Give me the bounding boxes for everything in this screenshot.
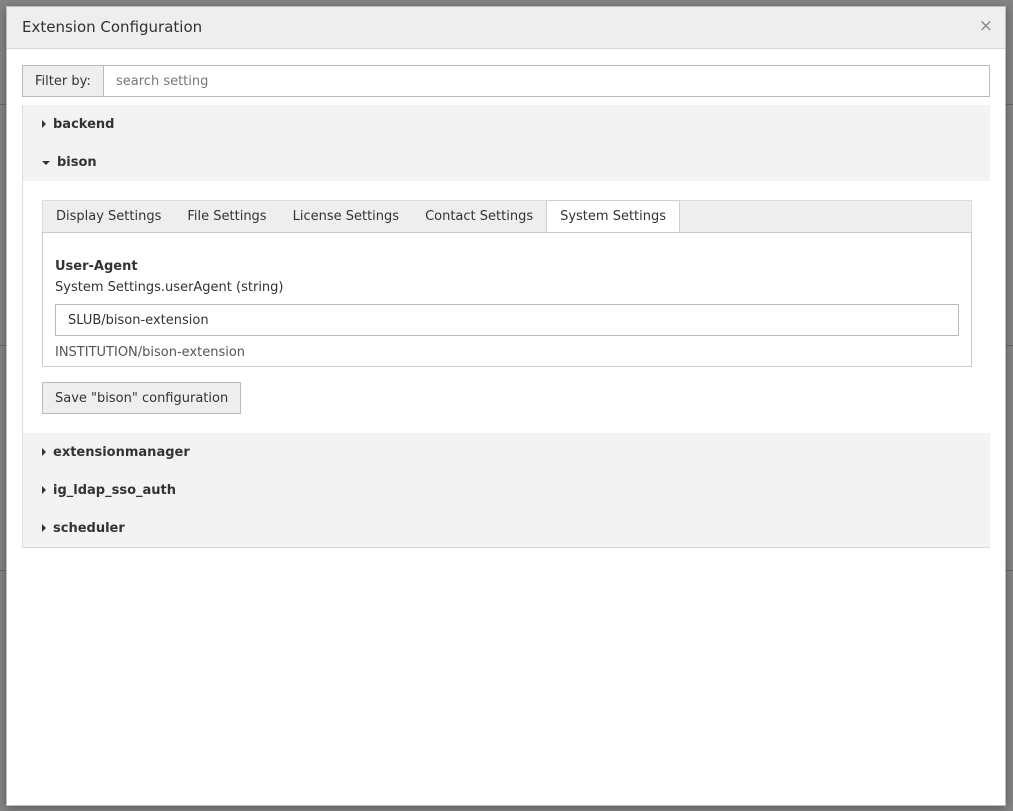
extension-configuration-modal: Extension Configuration × Filter by: bac… (6, 6, 1006, 806)
panel-heading-extensionmanager[interactable]: extensionmanager (23, 433, 990, 471)
panel-heading-backend[interactable]: backend (23, 105, 990, 143)
modal-title: Extension Configuration (22, 18, 203, 36)
panel-heading-bison[interactable]: bison (23, 143, 990, 181)
panel-body-bison: Display Settings File Settings License S… (23, 181, 990, 433)
panel-title: scheduler (53, 520, 125, 536)
system-settings-pane: User-Agent System Settings.userAgent (st… (42, 232, 972, 367)
panel-heading-scheduler[interactable]: scheduler (23, 509, 990, 547)
panel-title: backend (53, 116, 115, 132)
filter-group: Filter by: (22, 65, 990, 97)
caret-right-icon (42, 486, 46, 494)
filter-label: Filter by: (22, 65, 103, 97)
tab-file-settings[interactable]: File Settings (174, 201, 279, 232)
extension-panels: backend bison Display Settings File Sett… (22, 105, 990, 548)
panel-heading-ig-ldap-sso-auth[interactable]: ig_ldap_sso_auth (23, 471, 990, 509)
tab-contact-settings[interactable]: Contact Settings (412, 201, 546, 232)
setting-default-value: INSTITUTION/bison-extension (55, 345, 246, 360)
caret-right-icon (42, 448, 46, 456)
setting-title: User-Agent (55, 259, 138, 274)
caret-right-icon (42, 120, 46, 128)
tab-license-settings[interactable]: License Settings (280, 201, 412, 232)
panel-title: bison (57, 154, 97, 170)
close-icon[interactable]: × (979, 16, 993, 36)
caret-right-icon (42, 524, 46, 532)
save-bison-configuration-button[interactable]: Save "bison" configuration (42, 382, 242, 414)
modal-header: Extension Configuration × (7, 7, 1005, 49)
search-setting-input[interactable] (103, 65, 990, 97)
panel-title: ig_ldap_sso_auth (53, 482, 177, 498)
panel-title: extensionmanager (53, 444, 190, 460)
caret-down-icon (42, 161, 50, 165)
setting-key: System Settings.userAgent (string) (55, 280, 284, 295)
tab-system-settings[interactable]: System Settings (546, 200, 681, 232)
user-agent-input[interactable] (55, 304, 959, 336)
settings-tabs: Display Settings File Settings License S… (42, 200, 972, 232)
tab-display-settings[interactable]: Display Settings (43, 201, 174, 232)
